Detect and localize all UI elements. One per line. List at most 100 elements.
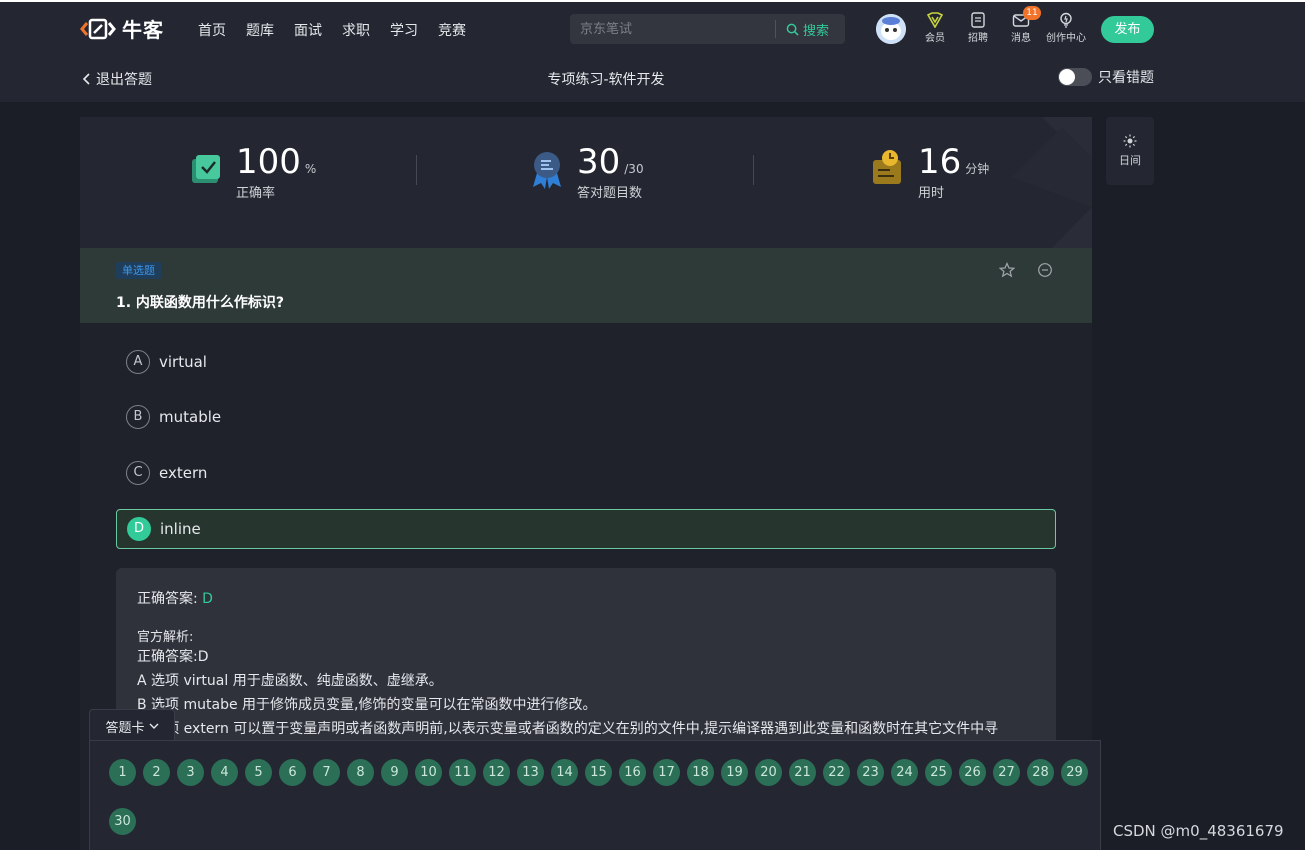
watermark: CSDN @m0_48361679 [1113,822,1284,840]
option-letter: A [126,350,150,374]
option-b[interactable]: B mutable [116,397,1056,437]
wrong-only-toggle[interactable] [1058,68,1092,86]
question-number-button[interactable]: 1 [109,759,136,786]
clock-note-icon [873,150,901,184]
question-number-button[interactable]: 6 [279,759,306,786]
star-icon[interactable] [999,262,1015,278]
question-number-button[interactable]: 30 [109,808,136,835]
question-number-button[interactable]: 10 [415,759,442,786]
option-letter: D [127,517,151,541]
nav-messages-label: 消息 [1011,33,1031,44]
analysis-line: C 选项 extern 可以置于变量声明或者函数声明前,以表示变量或者函数的定义… [137,721,999,737]
nav-link-interview[interactable]: 面试 [294,20,322,40]
accuracy-label: 正确率 [236,186,276,201]
question-number-button[interactable]: 2 [143,759,170,786]
nav-link-question-bank[interactable]: 题库 [246,20,274,40]
question-number-button[interactable]: 15 [585,759,612,786]
question-number-button[interactable]: 3 [177,759,204,786]
minus-circle-icon[interactable] [1037,262,1053,278]
option-a[interactable]: A virtual [116,342,1056,382]
question-number-button[interactable]: 29 [1061,759,1088,786]
time-used-unit: 分钟 [965,162,990,176]
option-text: virtual [159,353,207,371]
nav-creator-center[interactable]: 创作中心 [1046,12,1086,44]
sub-header: 退出答题 专项练习-软件开发 只看错题 [0,56,1305,102]
wrong-only-toggle-group: 只看错题 [1058,67,1154,87]
stat-divider [416,155,417,185]
question-number-button[interactable]: 16 [619,759,646,786]
question-number-button[interactable]: 22 [823,759,850,786]
search-icon [786,23,799,36]
chevron-down-icon [149,723,158,729]
day-mode-button[interactable]: 日间 [1106,117,1154,185]
question-number-button[interactable]: 20 [755,759,782,786]
avatar[interactable] [876,14,906,44]
question-number-button[interactable]: 26 [959,759,986,786]
check-book-icon [192,155,220,183]
question-number-button[interactable]: 19 [721,759,748,786]
question-number-button[interactable]: 7 [313,759,340,786]
analysis-line: 正确答案:D [137,649,209,665]
option-d-selected[interactable]: D inline [116,509,1056,549]
search-input[interactable] [570,14,775,44]
top-nav: 牛客 首页 题库 面试 求职 学习 竞赛 搜索 会员 招聘 11 消 [0,0,1305,56]
nav-link-contest[interactable]: 竞赛 [438,20,466,40]
question-number-button[interactable]: 12 [483,759,510,786]
option-text: mutable [159,408,222,426]
result-stats: 100% 正确率 30/30 答对题目数 16 分钟 用时 [80,117,1092,248]
time-used-value: 16 [918,142,962,182]
correct-count-value: 30 [577,142,621,182]
accuracy-unit: % [304,162,317,176]
option-text: inline [160,520,201,538]
question-number-button[interactable]: 18 [687,759,714,786]
answer-card-label: 答题卡 [105,720,145,736]
question-number-button[interactable]: 23 [857,759,884,786]
question-number-button[interactable]: 11 [449,759,476,786]
search-button-label: 搜索 [803,23,830,39]
sun-icon [1123,134,1137,148]
question-number-button[interactable]: 17 [653,759,680,786]
question-number-button[interactable]: 25 [925,759,952,786]
message-count-badge: 11 [1023,6,1041,20]
correct-answer-label: 正确答案: [137,591,198,607]
analysis-line: B 选项 mutabe 用于修饰成员变量,修饰的变量可以在常函数中进行修改。 [137,697,597,713]
recruit-icon [971,12,985,28]
correct-answer-row: 正确答案: D [137,588,1035,608]
question-number-button[interactable]: 9 [381,759,408,786]
logo[interactable]: 牛客 [80,14,164,43]
question-number-button[interactable]: 8 [347,759,374,786]
medal-icon [533,152,561,189]
wrong-only-label: 只看错题 [1098,70,1154,86]
question-number-button[interactable]: 5 [245,759,272,786]
answer-card: 1 2 3 4 5 6 7 8 9 10 11 12 13 14 15 16 17 18 19 20 21 22 23 24 2… [89,740,1101,850]
question-number-button[interactable]: 24 [891,759,918,786]
nav-messages[interactable]: 11 消息 [1011,6,1041,44]
accuracy-value: 100 [236,142,301,182]
day-mode-label: 日间 [1119,154,1141,167]
nav-vip[interactable]: 会员 [925,12,945,44]
lightbulb-icon [1060,12,1072,28]
nav-link-jobs[interactable]: 求职 [342,20,370,40]
stat-time-used: 16 分钟 用时 [870,144,989,201]
nav-vip-label: 会员 [925,33,945,44]
stat-correct-count: 30/30 答对题目数 [529,144,644,201]
time-used-label: 用时 [918,186,945,201]
correct-count-unit: /30 [624,162,644,176]
question-number-button[interactable]: 14 [551,759,578,786]
question-number-button[interactable]: 21 [789,759,816,786]
answer-card-toggle[interactable]: 答题卡 [89,709,175,742]
question-number-button[interactable]: 13 [517,759,544,786]
nav-link-home[interactable]: 首页 [198,20,226,40]
search-button[interactable]: 搜索 [776,20,829,39]
option-c[interactable]: C extern [116,453,1056,493]
nav-link-learn[interactable]: 学习 [390,20,418,40]
search-bar: 搜索 [570,14,845,44]
question-number-button[interactable]: 4 [211,759,238,786]
question-header: 单选题 1. 内联函数用什么作标识? [80,248,1092,323]
nav-recruit[interactable]: 招聘 [968,12,988,44]
question-number-button[interactable]: 27 [993,759,1020,786]
question-number-button[interactable]: 28 [1027,759,1054,786]
main-nav: 首页 题库 面试 求职 学习 竞赛 [198,20,466,40]
correct-count-label: 答对题目数 [577,186,643,201]
publish-button[interactable]: 发布 [1101,16,1154,43]
